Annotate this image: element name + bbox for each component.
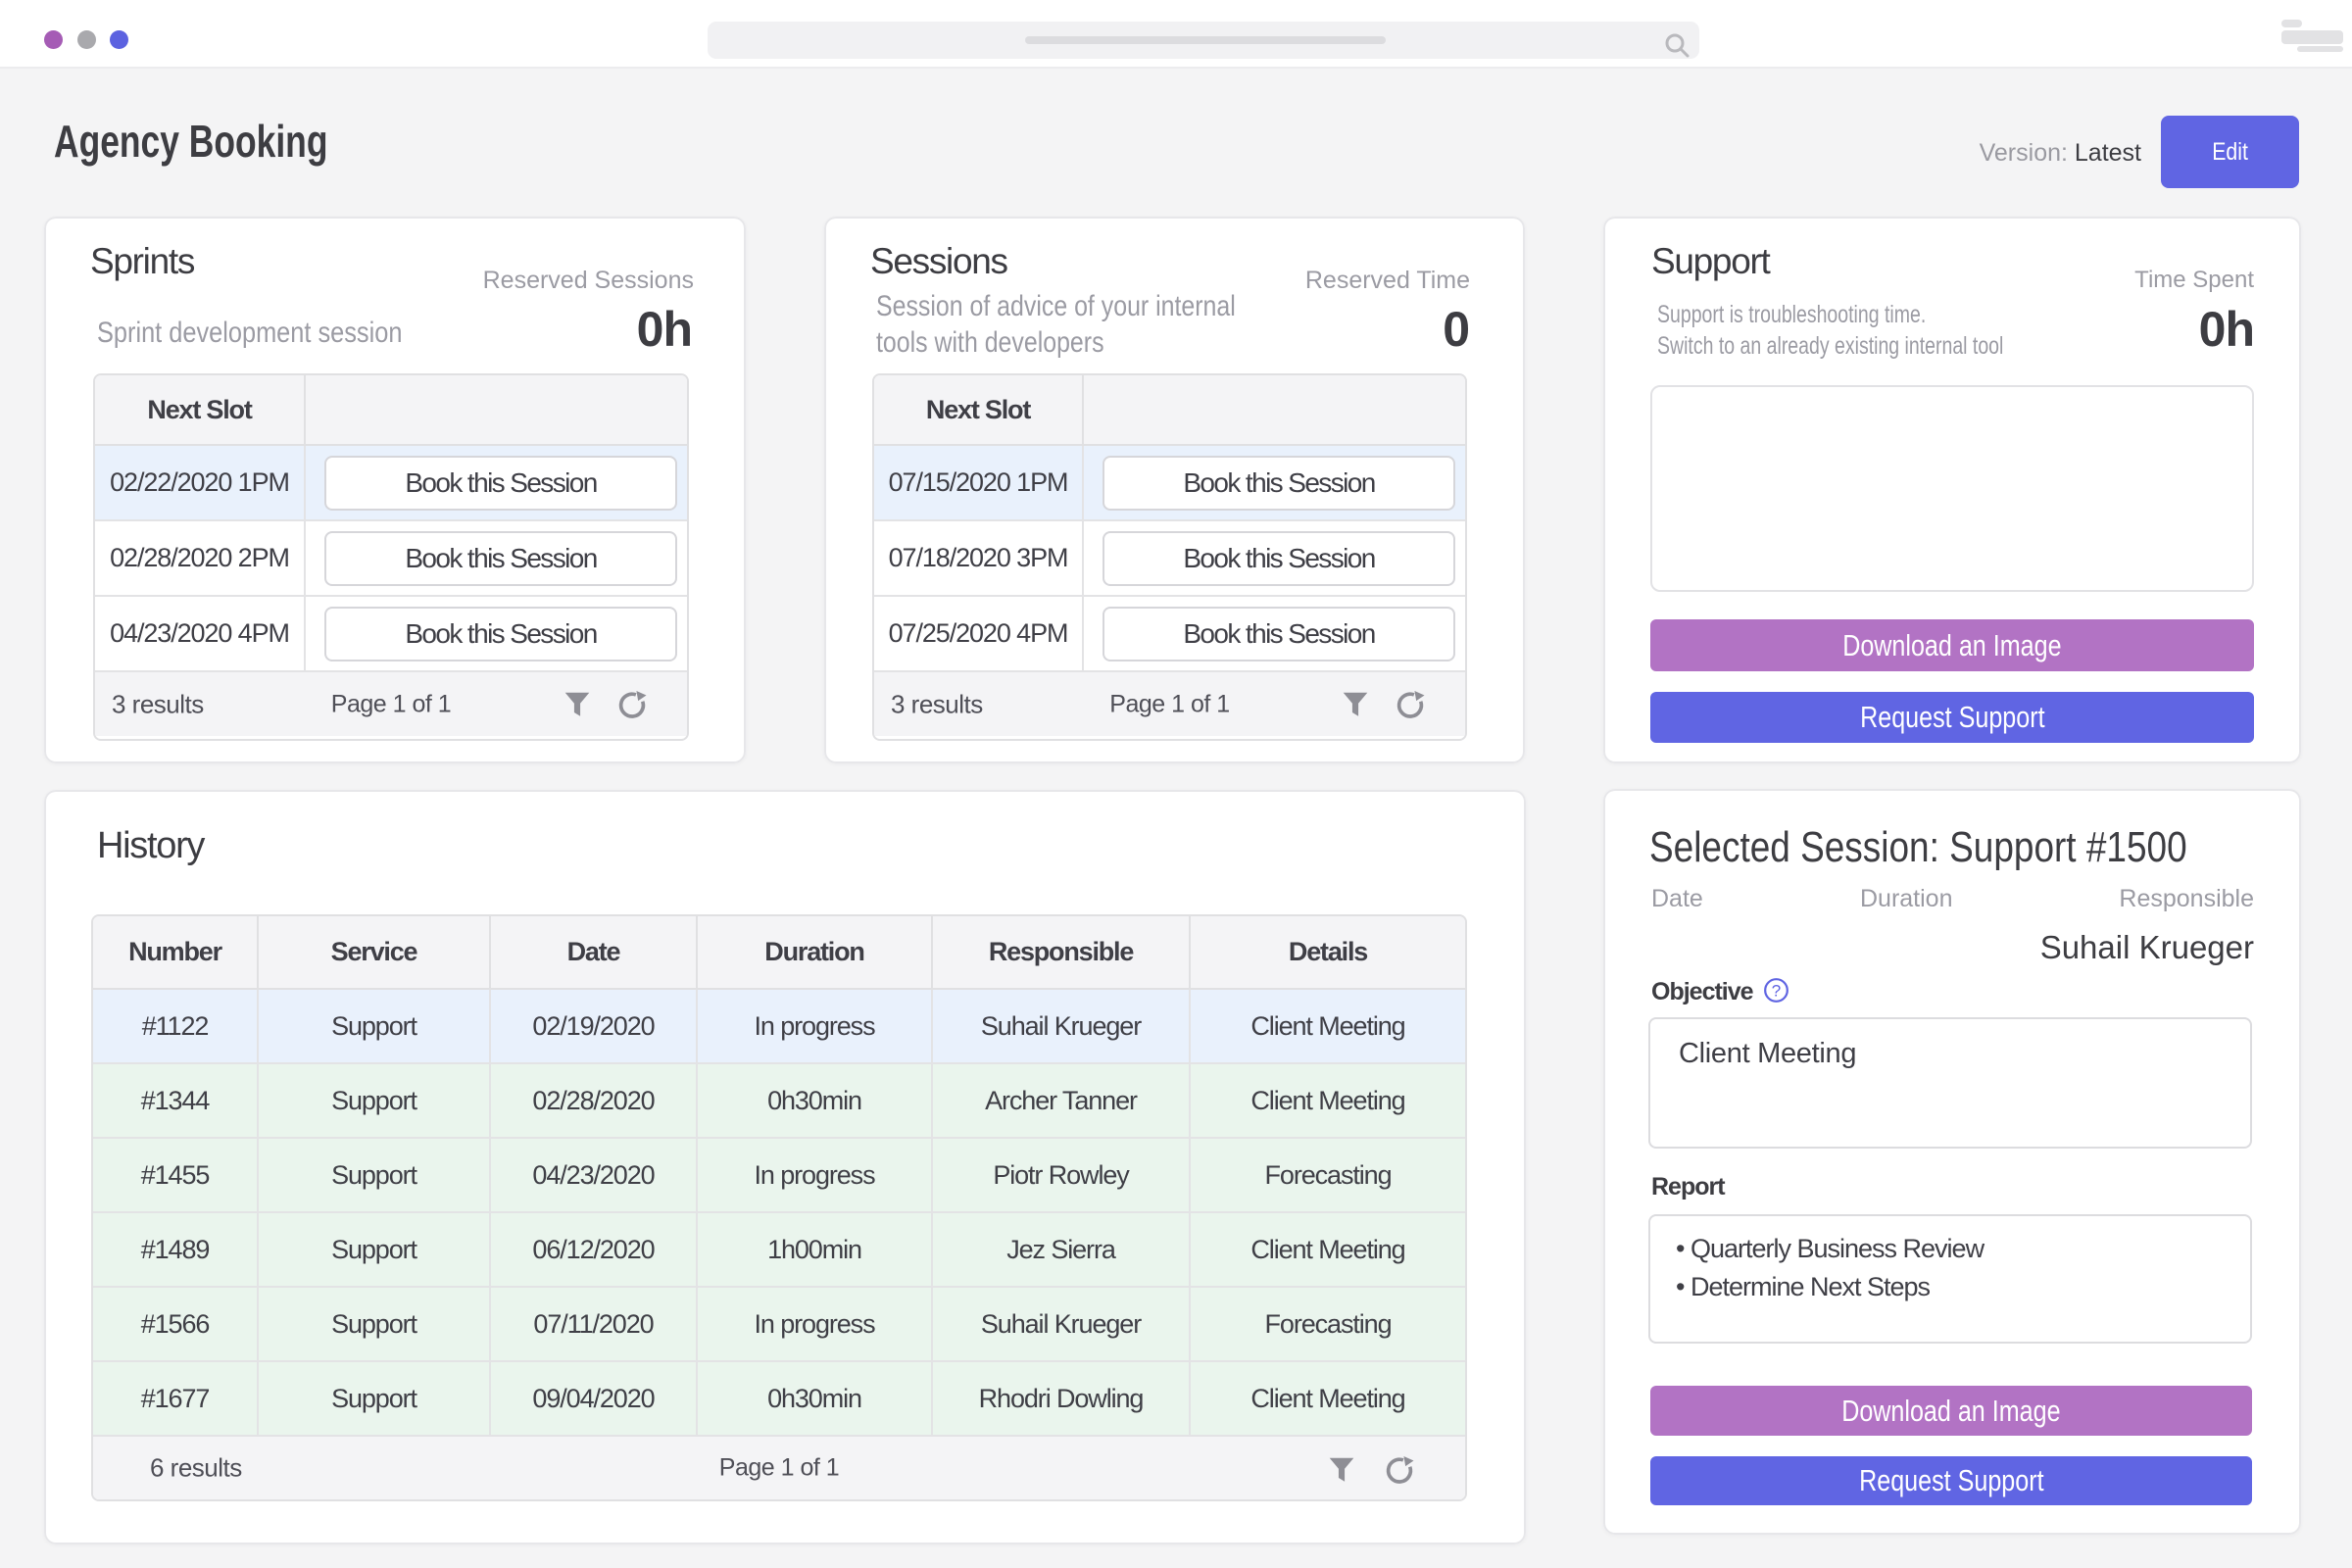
svg-text:?: ? bbox=[1772, 982, 1781, 1001]
